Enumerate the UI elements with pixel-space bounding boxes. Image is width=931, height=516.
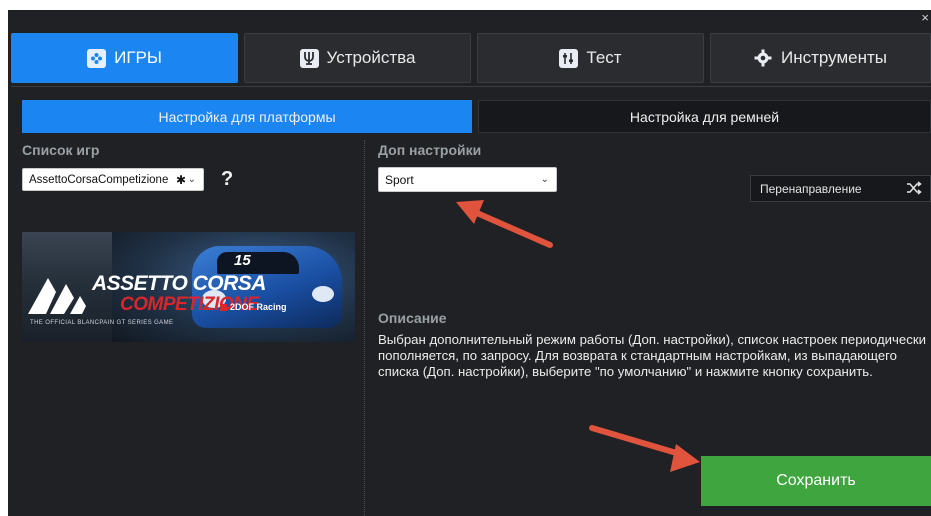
sponsor-label: 2DOF Racing [220,302,287,312]
game-banner: 15 ASSETTO CORSA COMPETIZIONE 2DOF Racin… [22,232,355,342]
favorite-icon: ✱ [175,172,186,187]
tabs-divider [11,86,931,87]
games-select-value: AssettoCorsaCompetizione [29,173,169,186]
tab-games[interactable]: ИГРЫ [11,33,238,83]
gear-icon [754,49,773,68]
gamepad-icon [87,48,107,68]
tab-label: Устройства [326,48,416,67]
car-windshield [217,252,299,274]
extra-settings-label: Доп настройки [378,142,482,158]
tab-label: Инструменты [780,48,887,67]
app-window: × ИГРЫ Устройства Тест Инструменты Настр… [8,10,931,516]
tab-test[interactable]: Тест [477,33,704,83]
sponsor-logo-icon [220,304,227,312]
main-tabs: ИГРЫ Устройства Тест Инструменты [11,33,931,85]
redirect-button[interactable]: Перенаправление [750,175,931,202]
help-icon[interactable]: ? [221,168,233,191]
extra-settings-value: Sport [385,172,414,187]
sliders-icon [559,48,579,68]
games-list-label: Список игр [22,142,100,158]
subtab-belts[interactable]: Настройка для ремней [478,100,931,133]
tab-tools[interactable]: Инструменты [710,33,931,83]
banner-subtitle: THE OFFICIAL BLANCPAIN GT SERIES GAME [30,320,174,326]
banner-title: ASSETTO CORSA [92,272,266,295]
close-icon[interactable]: × [921,11,929,24]
panel-divider [364,140,365,516]
tab-devices[interactable]: Устройства [244,33,471,83]
shuffle-icon [907,181,922,195]
sponsor-text: 2DOF Racing [230,302,287,312]
subtab-platform[interactable]: Настройка для платформы [22,100,472,133]
tab-label: ИГРЫ [114,48,162,67]
devices-icon [299,48,319,68]
extra-settings-select[interactable]: Sport ⌄ [378,167,557,192]
car-headlight [312,286,334,302]
tab-label: Тест [586,48,622,67]
chevron-down-icon: ⌄ [540,174,549,185]
save-button[interactable]: Сохранить [701,456,931,506]
redirect-label: Перенаправление [760,181,862,196]
games-select[interactable]: AssettoCorsaCompetizione ✱ ⌄ [22,168,204,191]
chevron-down-icon: ⌄ [187,174,196,185]
description-title: Описание [378,310,447,326]
annotation-arrow-icon [456,200,553,248]
description-text: Выбран дополнительный режим работы (Доп.… [378,332,926,379]
annotation-arrow-icon [589,425,700,472]
acc-logo-icon [28,278,86,314]
car-number: 15 [234,252,251,269]
